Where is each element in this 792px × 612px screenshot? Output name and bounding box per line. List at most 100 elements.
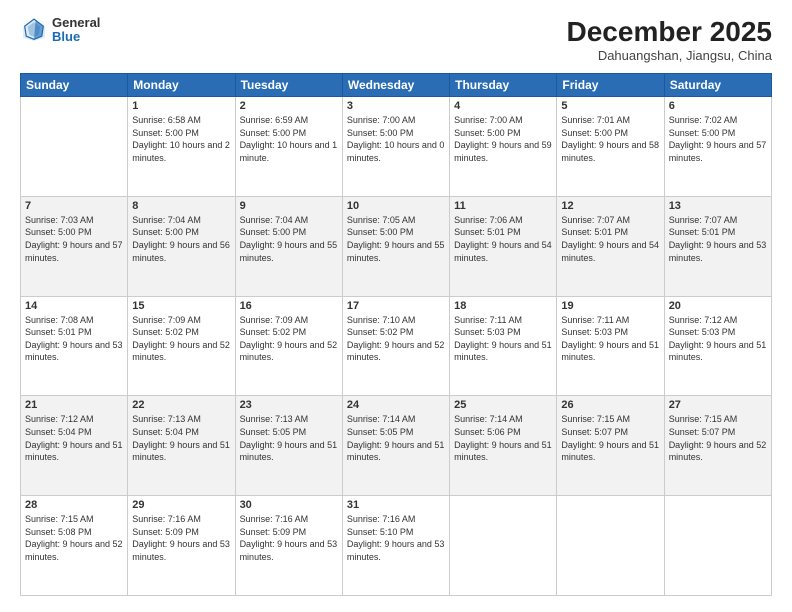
calendar-header: SundayMondayTuesdayWednesdayThursdayFrid… (21, 74, 772, 97)
header: General Blue December 2025 Dahuangshan, … (20, 16, 772, 63)
week-row-4: 21 Sunrise: 7:12 AMSunset: 5:04 PMDayligh… (21, 396, 772, 496)
calendar-cell: 15 Sunrise: 7:09 AMSunset: 5:02 PMDayligh… (128, 296, 235, 396)
calendar-cell: 25Sunrise: 7:14 AMSunset: 5:06 PMDayligh… (450, 396, 557, 496)
calendar-cell: 6Sunrise: 7:02 AMSunset: 5:00 PMDaylight… (664, 97, 771, 197)
calendar-body: 1Sunrise: 6:58 AMSunset: 5:00 PMDaylight… (21, 97, 772, 596)
week-row-2: 7 Sunrise: 7:03 AMSunset: 5:00 PMDaylight… (21, 196, 772, 296)
day-number: 13 (669, 200, 767, 212)
calendar-cell: 26 Sunrise: 7:15 AMSunset: 5:07 PMDayligh… (557, 396, 664, 496)
day-number: 20 (669, 300, 767, 312)
calendar-cell: 3 Sunrise: 7:00 AMSunset: 5:00 PMDaylight… (342, 97, 449, 197)
logo-text: General Blue (52, 16, 100, 45)
day-number: 23 (240, 399, 338, 411)
day-info: Sunrise: 7:10 AMSunset: 5:02 PMDaylight:… (347, 314, 445, 364)
day-number: 28 (25, 499, 123, 511)
day-number: 3 (347, 100, 445, 112)
col-header-tuesday: Tuesday (235, 74, 342, 97)
calendar-cell: 23 Sunrise: 7:13 AMSunset: 5:05 PMDayligh… (235, 396, 342, 496)
calendar-cell: 24 Sunrise: 7:14 AMSunset: 5:05 PMDayligh… (342, 396, 449, 496)
day-info: Sunrise: 7:07 AMSunset: 5:01 PMDaylight:… (561, 214, 659, 264)
calendar-cell: 28 Sunrise: 7:15 AMSunset: 5:08 PMDayligh… (21, 496, 128, 596)
col-header-friday: Friday (557, 74, 664, 97)
day-info: Sunrise: 7:03 AMSunset: 5:00 PMDaylight:… (25, 214, 123, 264)
day-info: Sunrise: 7:00 AMSunset: 5:00 PMDaylight:… (347, 114, 445, 164)
day-number: 6 (669, 100, 767, 112)
day-info: Sunrise: 7:15 AMSunset: 5:08 PMDaylight:… (25, 513, 123, 563)
day-info: Sunrise: 7:09 AMSunset: 5:02 PMDaylight:… (132, 314, 230, 364)
logo-general: General (52, 16, 100, 30)
day-info: Sunrise: 7:08 AMSunset: 5:01 PMDaylight:… (25, 314, 123, 364)
day-info: Sunrise: 7:07 AMSunset: 5:01 PMDaylight:… (669, 214, 767, 264)
day-info: Sunrise: 7:11 AMSunset: 5:03 PMDaylight:… (454, 314, 552, 364)
day-number: 17 (347, 300, 445, 312)
day-number: 14 (25, 300, 123, 312)
calendar: SundayMondayTuesdayWednesdayThursdayFrid… (20, 73, 772, 596)
day-number: 26 (561, 399, 659, 411)
day-number: 12 (561, 200, 659, 212)
day-info: Sunrise: 7:12 AMSunset: 5:04 PMDaylight:… (25, 413, 123, 463)
calendar-cell: 8 Sunrise: 7:04 AMSunset: 5:00 PMDaylight… (128, 196, 235, 296)
day-number: 18 (454, 300, 552, 312)
day-info: Sunrise: 7:16 AMSunset: 5:09 PMDaylight:… (132, 513, 230, 563)
logo: General Blue (20, 16, 100, 45)
calendar-cell: 30 Sunrise: 7:16 AMSunset: 5:09 PMDayligh… (235, 496, 342, 596)
calendar-cell: 27 Sunrise: 7:15 AMSunset: 5:07 PMDayligh… (664, 396, 771, 496)
day-number: 19 (561, 300, 659, 312)
calendar-cell: 16 Sunrise: 7:09 AMSunset: 5:02 PMDayligh… (235, 296, 342, 396)
week-row-5: 28 Sunrise: 7:15 AMSunset: 5:08 PMDayligh… (21, 496, 772, 596)
calendar-cell: 17 Sunrise: 7:10 AMSunset: 5:02 PMDayligh… (342, 296, 449, 396)
day-number: 7 (25, 200, 123, 212)
day-number: 8 (132, 200, 230, 212)
day-number: 10 (347, 200, 445, 212)
logo-blue: Blue (52, 30, 100, 44)
calendar-cell (557, 496, 664, 596)
calendar-cell: 10 Sunrise: 7:05 AMSunset: 5:00 PMDayligh… (342, 196, 449, 296)
calendar-cell (450, 496, 557, 596)
calendar-cell: 12 Sunrise: 7:07 AMSunset: 5:01 PMDayligh… (557, 196, 664, 296)
calendar-cell: 21 Sunrise: 7:12 AMSunset: 5:04 PMDayligh… (21, 396, 128, 496)
day-info: Sunrise: 7:16 AMSunset: 5:09 PMDaylight:… (240, 513, 338, 563)
day-number: 5 (561, 100, 659, 112)
day-info: Sunrise: 7:05 AMSunset: 5:00 PMDaylight:… (347, 214, 445, 264)
day-info: Sunrise: 7:16 AMSunset: 5:10 PMDaylight:… (347, 513, 445, 563)
calendar-cell (21, 97, 128, 197)
week-row-3: 14 Sunrise: 7:08 AMSunset: 5:01 PMDayligh… (21, 296, 772, 396)
day-info: Sunrise: 7:11 AMSunset: 5:03 PMDaylight:… (561, 314, 659, 364)
calendar-cell: 7 Sunrise: 7:03 AMSunset: 5:00 PMDaylight… (21, 196, 128, 296)
calendar-cell: 31 Sunrise: 7:16 AMSunset: 5:10 PMDayligh… (342, 496, 449, 596)
day-number: 1 (132, 100, 230, 112)
calendar-cell: 20Sunrise: 7:12 AMSunset: 5:03 PMDayligh… (664, 296, 771, 396)
day-info: Sunrise: 7:14 AMSunset: 5:05 PMDaylight:… (347, 413, 445, 463)
day-info: Sunrise: 6:59 AMSunset: 5:00 PMDaylight:… (240, 114, 338, 164)
page: General Blue December 2025 Dahuangshan, … (0, 0, 792, 612)
day-number: 21 (25, 399, 123, 411)
calendar-cell: 14 Sunrise: 7:08 AMSunset: 5:01 PMDayligh… (21, 296, 128, 396)
calendar-cell: 22Sunrise: 7:13 AMSunset: 5:04 PMDayligh… (128, 396, 235, 496)
day-number: 30 (240, 499, 338, 511)
col-header-saturday: Saturday (664, 74, 771, 97)
day-number: 24 (347, 399, 445, 411)
title-block: December 2025 Dahuangshan, Jiangsu, Chin… (567, 16, 772, 63)
day-number: 29 (132, 499, 230, 511)
day-number: 27 (669, 399, 767, 411)
day-number: 2 (240, 100, 338, 112)
day-info: Sunrise: 7:15 AMSunset: 5:07 PMDaylight:… (561, 413, 659, 463)
day-info: Sunrise: 7:13 AMSunset: 5:05 PMDaylight:… (240, 413, 338, 463)
calendar-cell: 4Sunrise: 7:00 AMSunset: 5:00 PMDaylight… (450, 97, 557, 197)
col-header-thursday: Thursday (450, 74, 557, 97)
calendar-cell: 11Sunrise: 7:06 AMSunset: 5:01 PMDayligh… (450, 196, 557, 296)
day-number: 11 (454, 200, 552, 212)
logo-icon (20, 16, 48, 44)
day-info: Sunrise: 7:15 AMSunset: 5:07 PMDaylight:… (669, 413, 767, 463)
day-info: Sunrise: 7:09 AMSunset: 5:02 PMDaylight:… (240, 314, 338, 364)
day-number: 15 (132, 300, 230, 312)
day-info: Sunrise: 7:04 AMSunset: 5:00 PMDaylight:… (240, 214, 338, 264)
day-number: 16 (240, 300, 338, 312)
day-number: 31 (347, 499, 445, 511)
day-number: 25 (454, 399, 552, 411)
day-info: Sunrise: 7:04 AMSunset: 5:00 PMDaylight:… (132, 214, 230, 264)
calendar-cell: 9Sunrise: 7:04 AMSunset: 5:00 PMDaylight… (235, 196, 342, 296)
calendar-cell: 29 Sunrise: 7:16 AMSunset: 5:09 PMDayligh… (128, 496, 235, 596)
location: Dahuangshan, Jiangsu, China (567, 48, 772, 63)
header-row: SundayMondayTuesdayWednesdayThursdayFrid… (21, 74, 772, 97)
